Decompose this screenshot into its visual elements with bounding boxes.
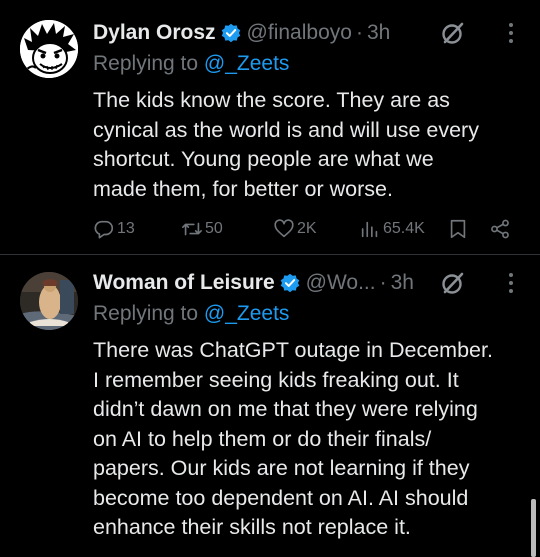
repost-button[interactable]: 50	[181, 214, 223, 244]
replying-to-handle[interactable]: @_Zeets	[204, 302, 290, 325]
tweet-woman-of-leisure[interactable]: Woman of Leisure @Wo... · 3h Replying to…	[0, 256, 540, 557]
replying-to-handle[interactable]: @_Zeets	[204, 52, 290, 75]
repost-icon	[182, 222, 202, 236]
more-options-icon[interactable]	[498, 270, 524, 296]
repost-count: 50	[205, 220, 223, 237]
verified-badge-icon	[280, 273, 299, 293]
replying-to: Replying to @_Zeets	[93, 302, 289, 326]
tweet-text: The kids know the score. They are as cyn…	[93, 88, 479, 201]
share-icon	[491, 219, 509, 239]
tweet-dylan-orosz[interactable]: Dylan Orosz @finalboyo · 3h Replying to …	[0, 0, 540, 255]
reply-icon	[94, 220, 114, 239]
avatar-painting-icon	[20, 272, 78, 330]
timestamp[interactable]: 3h	[391, 271, 414, 295]
reply-count: 13	[117, 220, 135, 237]
views-icon	[361, 221, 378, 238]
timestamp[interactable]: 3h	[367, 21, 390, 45]
tweet-header: Woman of Leisure @Wo... · 3h	[93, 268, 524, 298]
avatar-cartoon-icon	[20, 20, 78, 78]
grok-icon[interactable]	[440, 20, 466, 46]
verified-badge-icon	[221, 23, 240, 43]
more-options-icon[interactable]	[498, 20, 524, 46]
like-count: 2K	[297, 220, 317, 237]
avatar[interactable]	[20, 272, 78, 330]
separator-dot: ·	[355, 21, 363, 44]
replying-to: Replying to @_Zeets	[93, 52, 289, 76]
user-handle[interactable]: @finalboyo	[247, 21, 352, 45]
grok-icon[interactable]	[440, 270, 466, 296]
bookmark-button[interactable]	[447, 214, 469, 244]
tweet-actions: 13 50 2K 65.4K	[93, 214, 516, 244]
views-button[interactable]: 65.4K	[359, 214, 425, 244]
replying-to-label: Replying to	[93, 302, 204, 325]
views-count: 65.4K	[383, 220, 425, 237]
bookmark-icon	[450, 219, 466, 239]
user-handle[interactable]: @Wo...	[306, 271, 376, 295]
replying-to-label: Replying to	[93, 52, 204, 75]
like-button[interactable]: 2K	[273, 214, 317, 244]
heart-icon	[274, 219, 294, 238]
display-name[interactable]: Dylan Orosz	[93, 21, 216, 45]
reply-button[interactable]: 13	[93, 214, 135, 244]
tweet-header: Dylan Orosz @finalboyo · 3h	[93, 18, 524, 48]
share-button[interactable]	[489, 214, 511, 244]
scrollbar-thumb[interactable]	[531, 499, 536, 557]
avatar[interactable]	[20, 20, 78, 78]
tweet-text: There was ChatGPT outage in December. I …	[93, 338, 493, 539]
display-name[interactable]: Woman of Leisure	[93, 271, 275, 295]
separator-dot: ·	[379, 271, 387, 294]
